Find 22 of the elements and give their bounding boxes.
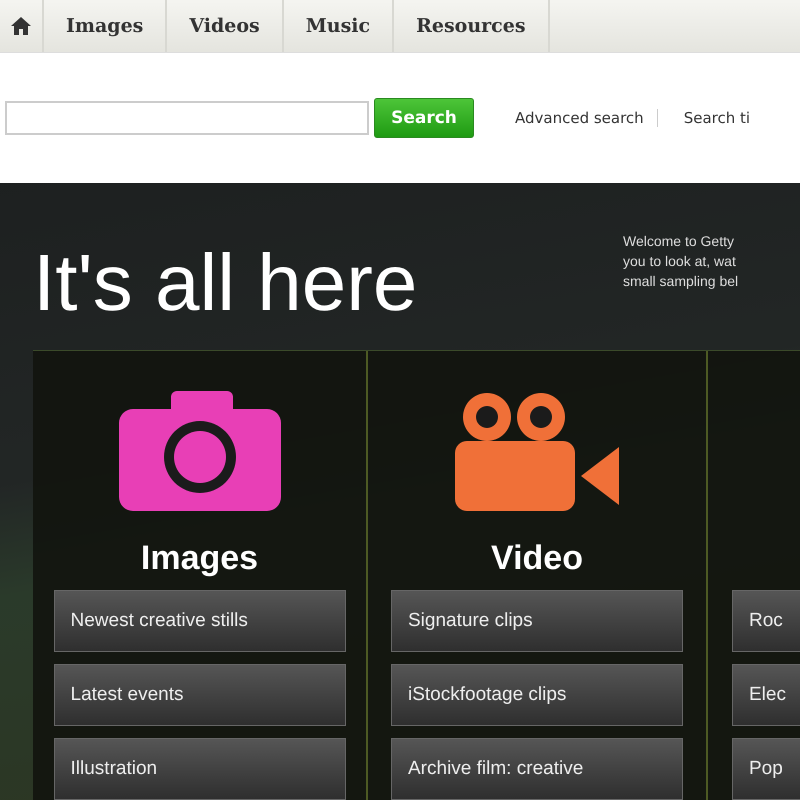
category-link-button[interactable]: iStockfootage clips [391, 664, 683, 726]
category-link-button[interactable]: Archive film: creative [391, 738, 683, 800]
search-link[interactable]: Advanced search [511, 109, 657, 127]
category-title: Images [140, 539, 258, 578]
nav-tab[interactable]: Videos [165, 0, 282, 52]
intro-text: Welcome to Getty you to look at, wat small sampling bel [623, 232, 740, 291]
nav-tab[interactable]: Music [282, 0, 392, 52]
search-link[interactable]: Search ti [656, 109, 764, 127]
hero-heading: It's all here [33, 237, 418, 329]
category-title: Video [491, 539, 583, 578]
category-link-button[interactable]: Signature clips [391, 590, 683, 652]
nav-tab[interactable]: Images [42, 0, 166, 52]
category-link-button[interactable]: Illustration [54, 738, 346, 800]
nav-tab[interactable]: Resources [392, 0, 548, 52]
video-camera-icon [455, 391, 619, 511]
search-field[interactable] [5, 101, 369, 135]
category-link-button[interactable]: Latest events [54, 664, 346, 726]
category-link-button[interactable]: Newest creative stills [54, 590, 346, 652]
category-link-button[interactable]: Pop [732, 738, 800, 800]
category-link-button[interactable]: Roc [732, 590, 800, 652]
camera-icon [118, 391, 280, 511]
category-link-button[interactable]: Elec [732, 664, 800, 726]
